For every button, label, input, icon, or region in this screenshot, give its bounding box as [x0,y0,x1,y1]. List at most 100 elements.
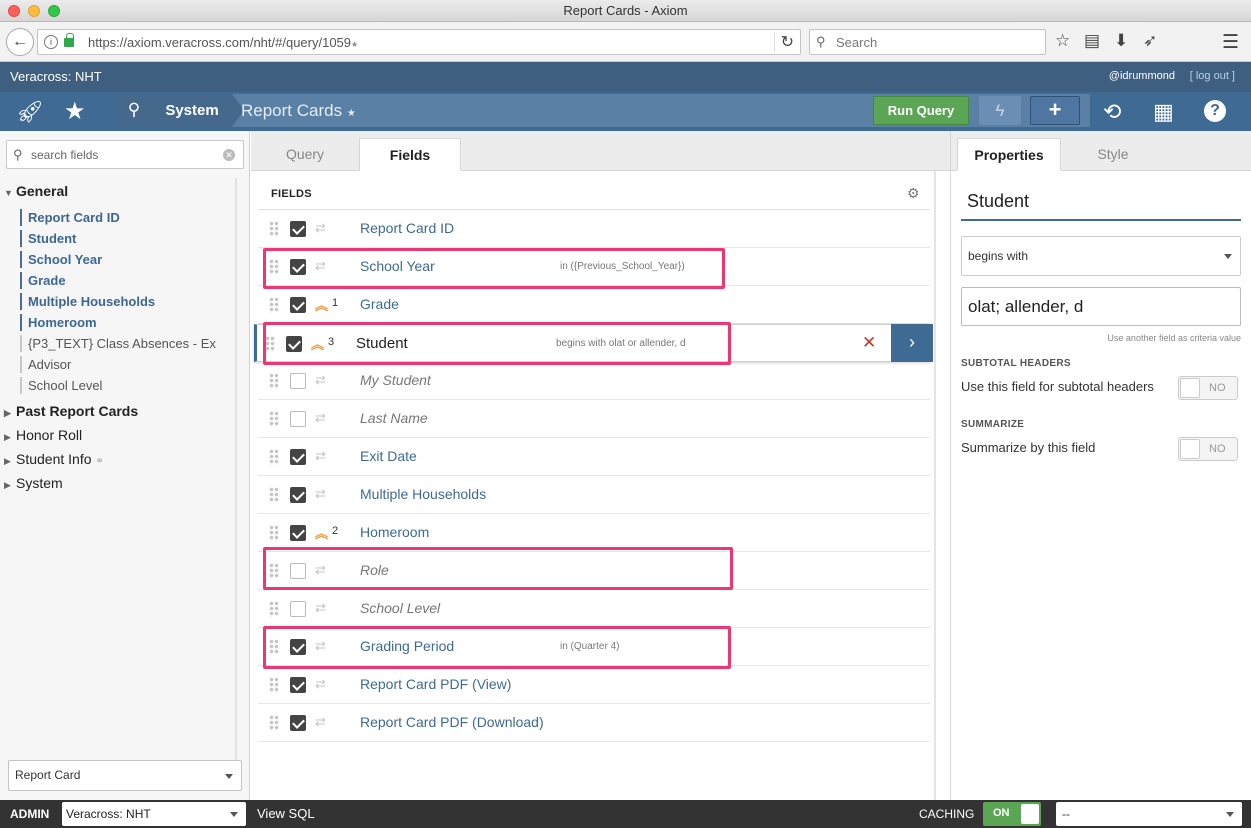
group-system[interactable]: ▶ System [4,475,63,491]
drag-handle-icon[interactable] [265,336,275,352]
drag-handle-icon[interactable] [269,411,279,427]
field-row[interactable]: ⇄ Role [258,552,930,590]
swap-icon[interactable]: ⇄ [315,410,326,426]
swap-icon[interactable]: ⇄ [315,372,326,388]
gear-icon[interactable]: ⚙ [907,185,920,202]
breadcrumb-system[interactable]: System [152,94,244,127]
display-checkbox[interactable] [290,525,306,541]
tree-item[interactable]: School Level [20,377,102,394]
drag-handle-icon[interactable] [269,373,279,389]
field-row[interactable]: ⇄ School Year in ({Previous_School_Year}… [258,248,930,286]
field-name[interactable]: Grading Period [360,638,454,654]
swap-icon[interactable]: ⇄ [315,448,326,464]
field-title-input[interactable]: Student [961,181,1241,221]
group-general[interactable]: ▼ General [4,183,68,199]
tree-item[interactable]: School Year [20,251,102,268]
tree-item[interactable]: Grade [20,272,66,289]
drag-handle-icon[interactable] [269,297,279,313]
dashboard-icon[interactable]: ▦ [1153,99,1174,125]
field-row[interactable]: ⇄ School Level [258,590,930,628]
swap-icon[interactable]: ⇄ [315,486,326,502]
field-name[interactable]: Grade [360,296,399,312]
chevron-right-icon[interactable]: › [891,324,933,362]
drag-handle-icon[interactable] [269,259,279,275]
display-checkbox[interactable] [290,449,306,465]
close-window-button[interactable] [8,5,20,17]
tree-item[interactable]: Student [20,230,76,247]
cache-select[interactable]: -- [1056,802,1242,826]
url-bar[interactable]: i https://axiom.veracross.com/nht/#/quer… [37,29,801,55]
swap-icon[interactable]: ⇄ [315,714,326,730]
drag-handle-icon[interactable] [269,639,279,655]
field-row[interactable]: ⇄ Grading Period in (Quarter 4) [258,628,930,666]
browser-search-input[interactable]: ⚲ Search [809,29,1046,55]
field-row[interactable]: ︽ 1 Grade [258,286,930,324]
tab-style[interactable]: Style [1063,138,1163,171]
drag-handle-icon[interactable] [269,487,279,503]
tree-item[interactable]: Multiple Households [20,293,155,310]
back-button[interactable]: ← [6,28,34,56]
search-icon[interactable]: ⚲ [116,94,152,127]
field-row[interactable]: ⇄ Exit Date [258,438,930,476]
logout-link[interactable]: [ log out ] [1190,70,1235,82]
field-name[interactable]: Report Card PDF (Download) [360,714,544,730]
lightning-icon[interactable]: ϟ [979,96,1021,125]
drag-handle-icon[interactable] [269,525,279,541]
swap-icon[interactable]: ⇄ [315,676,326,692]
tree-scrollbar[interactable] [235,178,237,778]
display-checkbox[interactable] [290,601,306,617]
tab-fields[interactable]: Fields [359,138,461,171]
tab-properties[interactable]: Properties [957,138,1061,171]
display-checkbox[interactable] [290,639,306,655]
sort-ascending-icon[interactable]: ︽ [315,295,328,314]
field-search-input[interactable]: ⚲ search fields ✕ [6,140,244,169]
operator-select[interactable]: begins with [961,236,1241,276]
swap-icon[interactable]: ⇄ [315,600,326,616]
summarize-toggle[interactable]: NO [1178,437,1238,461]
history-icon[interactable]: ⟲ [1103,99,1121,125]
drag-handle-icon[interactable] [269,563,279,579]
url-text[interactable]: https://axiom.veracross.com/nht/#/query/… [88,35,358,50]
swap-icon[interactable]: ⇄ [315,258,326,274]
field-name[interactable]: Report Card ID [360,220,454,236]
group-past-report-cards[interactable]: ▶ Past Report Cards [4,403,138,419]
display-checkbox[interactable] [290,221,306,237]
view-sql-link[interactable]: View SQL [257,806,315,821]
field-name[interactable]: Role [360,562,389,578]
display-checkbox[interactable] [290,411,306,427]
field-row-selected[interactable]: ︽ 3 Student begins with olat or allender… [254,324,933,362]
drag-handle-icon[interactable] [269,715,279,731]
download-icon[interactable]: ⬇ [1114,31,1128,51]
reading-list-icon[interactable]: ▤ [1084,31,1100,51]
drag-handle-icon[interactable] [269,601,279,617]
display-checkbox[interactable] [290,563,306,579]
swap-icon[interactable]: ⇄ [315,220,326,236]
drag-handle-icon[interactable] [269,221,279,237]
school-select[interactable]: Veracross: NHT [62,802,246,826]
field-name[interactable]: Multiple Households [360,486,486,502]
tab-query[interactable]: Query [251,138,359,171]
tree-item[interactable]: Homeroom [20,314,97,331]
fields-scrollbar[interactable] [934,171,936,800]
rocket-icon[interactable]: 🚀︎ [16,99,44,125]
display-checkbox[interactable] [290,259,306,275]
display-checkbox[interactable] [290,297,306,313]
field-name[interactable]: School Year [360,258,435,274]
add-button[interactable]: + [1030,96,1080,125]
menu-icon[interactable]: ☰ [1222,31,1239,54]
bookmark-star-icon[interactable]: ☆ [1055,31,1070,51]
reload-icon[interactable]: ↻ [773,32,794,52]
field-row[interactable]: ⇄ Multiple Households [258,476,930,514]
field-name[interactable]: My Student [360,372,431,388]
display-checkbox[interactable] [286,336,302,352]
field-name[interactable]: Exit Date [360,448,417,464]
display-checkbox[interactable] [290,373,306,389]
remove-icon[interactable]: ✕ [862,333,876,353]
field-name[interactable]: Student [356,335,408,352]
run-query-button[interactable]: Run Query [873,96,969,125]
display-checkbox[interactable] [290,487,306,503]
field-name[interactable]: Last Name [360,410,428,426]
field-row[interactable]: ⇄ Report Card PDF (Download) [258,704,930,742]
group-honor-roll[interactable]: ▶ Honor Roll [4,427,82,443]
field-row[interactable]: ⇄ Report Card PDF (View) [258,666,930,704]
